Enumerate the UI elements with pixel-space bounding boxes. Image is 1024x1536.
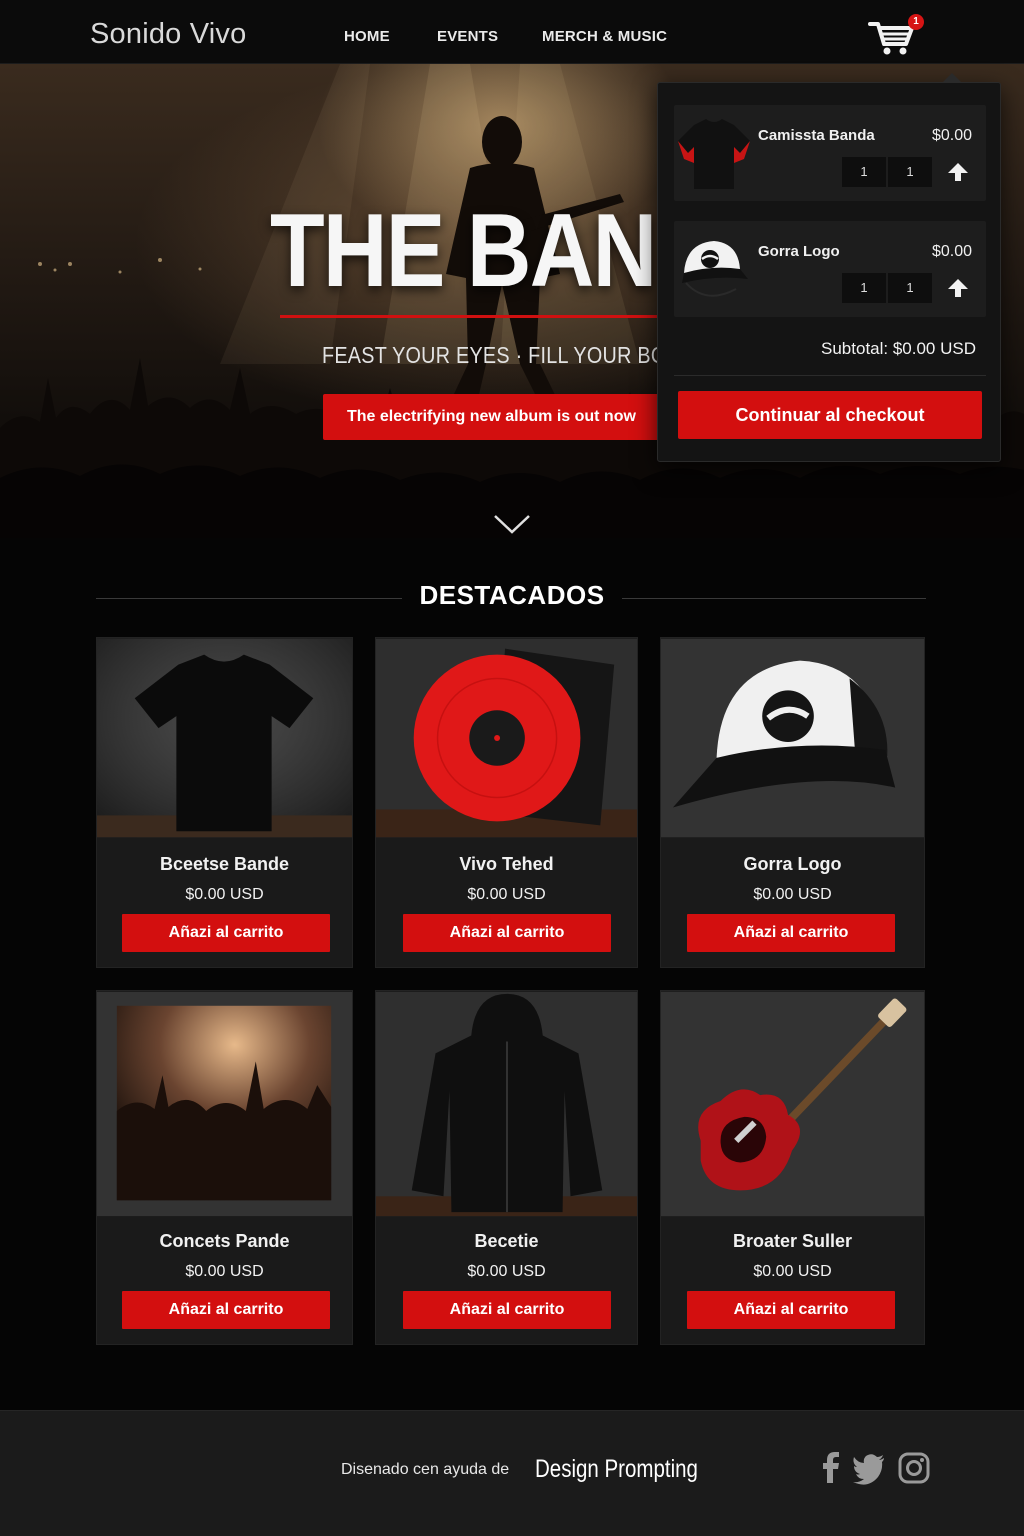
product-price: $0.00 USD [185, 1263, 264, 1280]
product-name: Broater Suller [732, 1231, 853, 1251]
hoodie-image [376, 991, 637, 1217]
hero-divider [280, 315, 660, 318]
nav-link-merch-music[interactable]: MERCH & MUSIC [542, 28, 667, 45]
tshirt-thumbnail [678, 119, 750, 189]
quantity-field[interactable]: 1 [842, 273, 886, 303]
guitar-image [661, 991, 924, 1217]
hero-title: THE BAN [270, 193, 657, 309]
vinyl-record-image [376, 638, 637, 838]
hero-tagline: FEAST YOUR EYES · FILL YOUR BOOT [322, 342, 695, 368]
product-name: Gorra Logo [743, 854, 842, 874]
nav-link-events[interactable]: EVENTS [437, 28, 498, 45]
cart-item: Camissta Banda $0.00 1 1 [674, 105, 986, 201]
quantity-field[interactable]: 1 [842, 157, 886, 187]
cart-item-name: Camissta Banda [758, 127, 875, 144]
product-card: Concets Pande $0.00 USD Añazi al carrito [96, 990, 353, 1345]
checkout-button[interactable]: Continuar al checkout [678, 391, 982, 439]
footer-brand-link[interactable]: Design Prompting [535, 1455, 698, 1484]
cart-subtotal: Subtotal: $0.00 USD [821, 339, 976, 358]
divider [622, 598, 926, 599]
product-price: $0.00 USD [467, 886, 546, 903]
add-to-cart-button[interactable]: Añazi al carrito [687, 1291, 895, 1329]
footer-credit-text: Disenado cen ayuda de [341, 1461, 510, 1478]
footer: Disenado cen ayuda de Design Prompting [0, 1410, 1024, 1536]
nav-link-home[interactable]: HOME [344, 28, 390, 45]
product-name: Concets Pande [159, 1231, 290, 1251]
cart-item: Gorra Logo $0.00 1 1 [674, 221, 986, 317]
product-name: Becetie [474, 1231, 539, 1251]
hero-album-button[interactable]: The electrifying new album is out now [323, 394, 663, 440]
add-to-cart-button[interactable]: Añazi al carrito [687, 914, 895, 952]
add-to-cart-button[interactable]: Añazi al carrito [122, 914, 330, 952]
product-card: Broater Suller $0.00 USD Añazi al carrit… [660, 990, 925, 1345]
arrow-up-icon[interactable] [946, 277, 970, 299]
facebook-icon[interactable] [814, 1451, 848, 1485]
product-name: Bceetse Bande [159, 854, 290, 874]
twitter-icon[interactable] [852, 1451, 886, 1485]
cart-dropdown: Camissta Banda $0.00 1 1 Gorra Logo $0.0… [657, 73, 1001, 462]
product-price: $0.00 USD [753, 886, 832, 903]
product-card: Gorra Logo $0.00 USD Añazi al carrito [660, 637, 925, 968]
product-card: Bceetse Bande $0.00 USD Añazi al carrito [96, 637, 353, 968]
section-title: DESTACADOS [419, 580, 605, 610]
product-name: Vivo Tehed [459, 854, 554, 874]
instagram-icon[interactable] [897, 1451, 931, 1485]
product-card: Becetie $0.00 USD Añazi al carrito [375, 990, 638, 1345]
concert-poster-image [97, 991, 352, 1217]
cap-image [661, 638, 924, 838]
cart-item-name: Gorra Logo [758, 243, 840, 260]
product-price: $0.00 USD [185, 886, 264, 903]
divider [674, 375, 986, 376]
product-card: Vivo Tehed $0.00 USD Añazi al carrito [375, 637, 638, 968]
tshirt-image [97, 638, 352, 838]
product-price: $0.00 USD [753, 1263, 832, 1280]
quantity-stepper[interactable]: 1 [888, 157, 932, 187]
product-price: $0.00 USD [467, 1263, 546, 1280]
quantity-stepper[interactable]: 1 [888, 273, 932, 303]
cart-item-price: $0.00 [931, 243, 972, 260]
cap-thumbnail [682, 241, 748, 297]
add-to-cart-button[interactable]: Añazi al carrito [403, 914, 611, 952]
top-navbar: Sonido Vivo HOME EVENTS MERCH & MUSIC 1 [0, 0, 1024, 64]
arrow-up-icon[interactable] [946, 161, 970, 183]
cart-item-price: $0.00 [931, 127, 972, 144]
cart-count-badge: 1 [908, 14, 924, 30]
site-logo[interactable]: Sonido Vivo [90, 18, 246, 51]
chevron-down-icon[interactable] [492, 512, 532, 536]
add-to-cart-button[interactable]: Añazi al carrito [403, 1291, 611, 1329]
add-to-cart-button[interactable]: Añazi al carrito [122, 1291, 330, 1329]
